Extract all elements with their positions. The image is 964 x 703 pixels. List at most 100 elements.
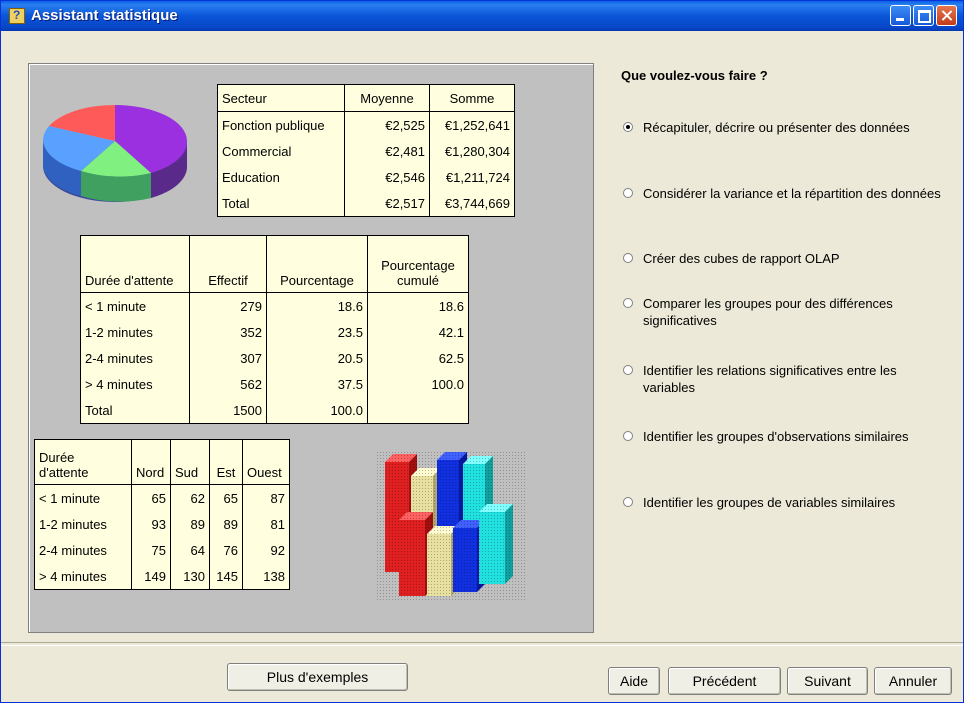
table-cell: Fonction publique: [217, 111, 345, 138]
table-cell: 93: [131, 511, 171, 537]
table-row: < 1 minute 65 62 65 87: [34, 484, 290, 511]
table-row: < 1 minute 279 18.6 18.6: [80, 292, 469, 319]
table-cell: 62.5: [367, 345, 469, 371]
title-bar[interactable]: Assistant statistique: [1, 1, 963, 31]
option-label[interactable]: Identifier les groupes d'observations si…: [643, 428, 943, 445]
table-cell: 352: [189, 319, 267, 345]
assistant-window: Assistant statistique Secteur Moyenne So…: [0, 0, 964, 703]
table-row: Total 1500 100.0: [80, 397, 469, 424]
column-header: Moyenne: [344, 84, 430, 112]
table-cell: 65: [209, 484, 243, 511]
table-cell: Education: [217, 164, 345, 190]
table-cell: 89: [170, 511, 210, 537]
option-label[interactable]: Identifier les relations significatives …: [643, 362, 943, 396]
maximize-button[interactable]: [913, 5, 934, 26]
minimize-button[interactable]: [890, 5, 911, 26]
table-cell: 2-4 minutes: [34, 537, 132, 563]
example-preview-panel: Secteur Moyenne Somme Fonction publique …: [28, 63, 594, 633]
table-cell: 279: [189, 292, 267, 319]
radio-button[interactable]: [623, 497, 633, 507]
radio-button[interactable]: [623, 122, 633, 132]
window-title: Assistant statistique: [31, 7, 178, 24]
previous-button[interactable]: Précédent: [668, 667, 781, 695]
option-label[interactable]: Identifier les groupes de variables simi…: [643, 494, 943, 511]
table-row: 1-2 minutes 352 23.5 42.1: [80, 319, 469, 345]
sector-summary-table: Secteur Moyenne Somme Fonction publique …: [217, 84, 515, 217]
column-header: Pourcentage: [266, 235, 368, 293]
radio-button[interactable]: [623, 188, 633, 198]
table-cell: €3,744,669: [429, 190, 515, 217]
table-row: 1-2 minutes 93 89 89 81: [34, 511, 290, 537]
question-heading: Que voulez-vous faire ?: [621, 68, 768, 83]
radio-button[interactable]: [623, 431, 633, 441]
table-cell: 89: [209, 511, 243, 537]
column-header: Est: [209, 439, 243, 485]
table-cell: €2,525: [344, 111, 430, 138]
table-cell: 20.5: [266, 345, 368, 371]
table-cell: 138: [242, 563, 290, 590]
table-cell: 149: [131, 563, 171, 590]
column-header: Effectif: [189, 235, 267, 293]
help-button[interactable]: Aide: [608, 667, 660, 695]
option-label[interactable]: Comparer les groupes pour des différence…: [643, 295, 943, 329]
table-cell: 562: [189, 371, 267, 397]
table-cell: 307: [189, 345, 267, 371]
table-row: Total €2,517 €3,744,669: [217, 190, 515, 217]
option-label[interactable]: Récapituler, décrire ou présenter des do…: [643, 119, 943, 136]
table-row: Fonction publique €2,525 €1,252,641: [217, 111, 515, 138]
table-cell: 2-4 minutes: [80, 345, 190, 371]
wait-time-frequency-table: Durée d'attente Effectif Pourcentage Pou…: [80, 235, 469, 424]
cancel-button[interactable]: Annuler: [874, 667, 952, 695]
table-row: Commercial €2,481 €1,280,304: [217, 138, 515, 164]
table-cell: 23.5: [266, 319, 368, 345]
close-button[interactable]: [936, 5, 957, 26]
table-row: > 4 minutes 562 37.5 100.0: [80, 371, 469, 397]
table-cell: 1-2 minutes: [34, 511, 132, 537]
table-cell: 130: [170, 563, 210, 590]
table-cell: 37.5: [266, 371, 368, 397]
table-cell: 64: [170, 537, 210, 563]
table-cell: 1500: [189, 397, 267, 424]
table-cell: 76: [209, 537, 243, 563]
pie-chart-illustration: [42, 104, 188, 202]
table-header-row: Durée d'attente Effectif Pourcentage Pou…: [80, 235, 469, 293]
table-cell: €2,546: [344, 164, 430, 190]
table-header-row: Secteur Moyenne Somme: [217, 84, 515, 112]
table-cell: Total: [80, 397, 190, 424]
table-row: 2-4 minutes 75 64 76 92: [34, 537, 290, 563]
column-header: Durée d'attente: [34, 439, 132, 485]
next-button[interactable]: Suivant: [787, 667, 868, 695]
option-label[interactable]: Considérer la variance et la répartition…: [643, 185, 943, 202]
radio-button[interactable]: [623, 253, 633, 263]
radio-button[interactable]: [623, 365, 633, 375]
wait-time-by-region-table: Durée d'attente Nord Sud Est Ouest < 1 m…: [34, 439, 290, 590]
option-label[interactable]: Créer des cubes de rapport OLAP: [643, 250, 943, 267]
table-cell: 18.6: [367, 292, 469, 319]
column-header: Somme: [429, 84, 515, 112]
radio-button[interactable]: [623, 298, 633, 308]
table-cell: 62: [170, 484, 210, 511]
table-row: 2-4 minutes 307 20.5 62.5: [80, 345, 469, 371]
table-cell: < 1 minute: [80, 292, 190, 319]
app-icon: [9, 8, 25, 24]
column-header: Pourcentage cumulé: [367, 235, 469, 293]
table-cell: Commercial: [217, 138, 345, 164]
table-cell: 92: [242, 537, 290, 563]
table-cell: [367, 397, 469, 424]
table-cell: > 4 minutes: [34, 563, 132, 590]
table-cell: 145: [209, 563, 243, 590]
table-cell: 100.0: [367, 371, 469, 397]
more-examples-button[interactable]: Plus d'exemples: [227, 663, 408, 691]
table-cell: €1,252,641: [429, 111, 515, 138]
bar-chart-illustration: [377, 452, 527, 602]
table-cell: Total: [217, 190, 345, 217]
column-header: Secteur: [217, 84, 345, 112]
table-cell: 42.1: [367, 319, 469, 345]
table-cell: 18.6: [266, 292, 368, 319]
table-cell: €1,280,304: [429, 138, 515, 164]
table-cell: < 1 minute: [34, 484, 132, 511]
table-cell: 87: [242, 484, 290, 511]
table-row: > 4 minutes 149 130 145 138: [34, 563, 290, 590]
table-header-row: Durée d'attente Nord Sud Est Ouest: [34, 439, 290, 485]
table-cell: 75: [131, 537, 171, 563]
